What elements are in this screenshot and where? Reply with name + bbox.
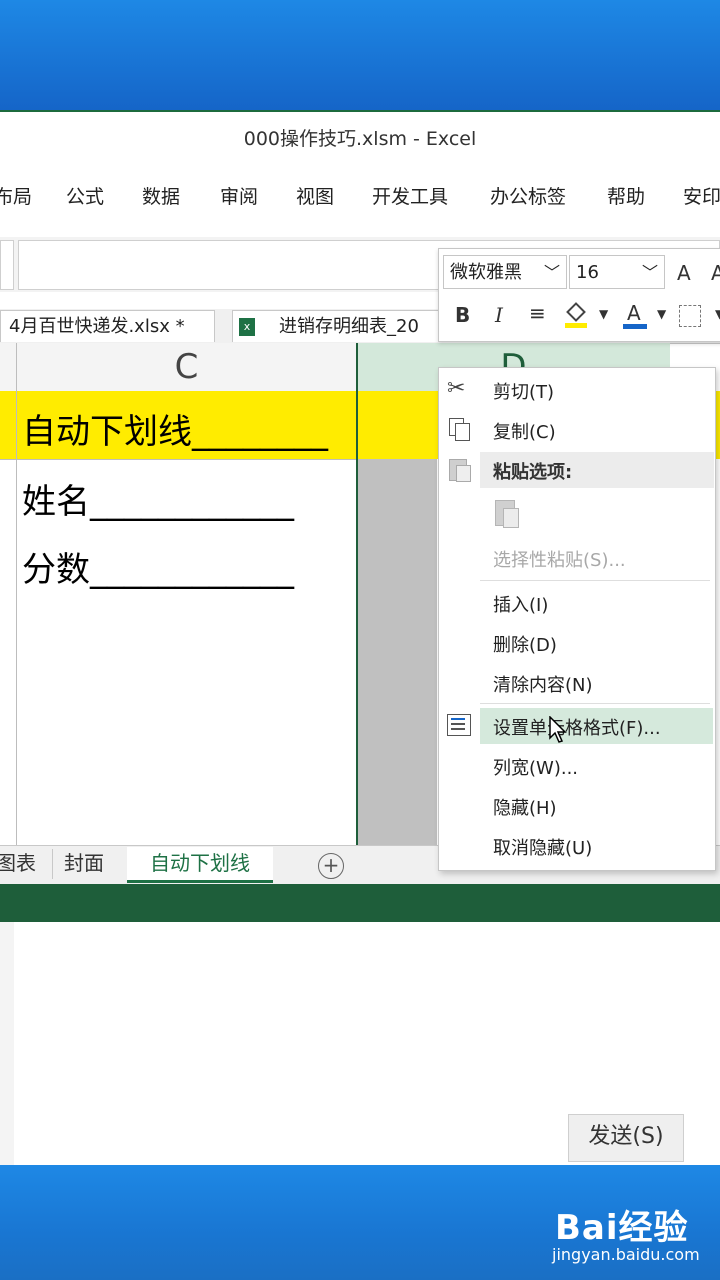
paste-options-header: 粘贴选项: <box>480 452 714 488</box>
ribbon-tab-layout[interactable]: 布局 <box>0 182 32 209</box>
cell-c2-name[interactable]: 姓名____________ <box>22 474 294 523</box>
grow-font-button[interactable]: A <box>677 261 691 285</box>
chevron-down-icon: ﹀ <box>641 263 658 282</box>
font-size-dropdown[interactable]: 16 ﹀ <box>569 255 665 289</box>
column-header-b[interactable] <box>0 343 16 392</box>
sheet-tab-chart[interactable]: 图表 <box>0 847 36 883</box>
cell-c1[interactable]: 自动下划线________ <box>22 404 328 453</box>
sheet-tab-auto-underline[interactable]: 自动下划线 <box>127 847 273 883</box>
menu-item-hide[interactable]: 隐藏(H) <box>439 788 715 824</box>
menu-item-insert[interactable]: 插入(I) <box>439 585 715 621</box>
menu-item-column-width[interactable]: 列宽(W)... <box>439 748 715 784</box>
ribbon-tab-help[interactable]: 帮助 <box>607 182 645 209</box>
baidu-jingyan-logo: Bai经验 <box>555 1208 689 1248</box>
tab-separator <box>52 849 53 879</box>
menu-item-clear-contents[interactable]: 清除内容(N) <box>439 665 715 701</box>
shrink-font-button[interactable]: A <box>711 261 720 285</box>
menu-separator <box>480 580 710 581</box>
copy-icon <box>447 416 473 442</box>
menu-item-label: 列宽(W)... <box>493 758 579 779</box>
font-size-value: 16 <box>576 262 599 283</box>
font-color-glyph: A <box>627 301 641 325</box>
format-cells-icon <box>447 714 471 736</box>
menu-item-label: 清除内容(N) <box>493 675 593 696</box>
align-center-icon[interactable]: ≡ <box>529 301 546 325</box>
watermark-url: jingyan.baidu.com <box>552 1245 700 1264</box>
ribbon-tab-print[interactable]: 安印 <box>683 182 720 209</box>
menu-item-unhide[interactable]: 取消隐藏(U) <box>439 828 715 864</box>
menu-item-label: 剪切(T) <box>493 382 555 403</box>
add-sheet-icon[interactable]: + <box>318 853 344 879</box>
menu-item-delete[interactable]: 删除(D) <box>439 625 715 661</box>
scissors-icon: ✂ <box>447 376 466 401</box>
menu-item-format-cells[interactable]: 设置单元格格式(F)... <box>480 708 713 744</box>
context-menu: ✂ 剪切(T) 复制(C) 粘贴选项: 选择性粘贴(S)... 插入(I) 删除… <box>438 367 716 871</box>
menu-item-cut[interactable]: ✂ 剪切(T) <box>439 372 715 408</box>
ribbon-tab-data[interactable]: 数据 <box>142 182 180 209</box>
cell-c2-score[interactable]: 分数____________ <box>22 542 294 591</box>
borders-icon[interactable] <box>679 305 701 327</box>
fill-color-icon[interactable] <box>565 302 587 328</box>
font-name-dropdown[interactable]: 微软雅黑 ﹀ <box>443 255 567 289</box>
menu-item-label: 插入(I) <box>493 595 549 616</box>
paste-options-label: 粘贴选项: <box>493 462 573 483</box>
menu-item-label: 设置单元格格式(F)... <box>493 718 661 739</box>
mini-toolbar: 微软雅黑 ﹀ 16 ﹀ A A B I ≡ ▼ A ▼ ▼ <box>438 248 720 342</box>
font-name-value: 微软雅黑 <box>450 262 522 283</box>
desktop-background-top <box>0 0 720 110</box>
menu-item-label: 选择性粘贴(S)... <box>493 550 626 571</box>
bold-button[interactable]: B <box>455 303 470 327</box>
column-d-selected[interactable] <box>357 459 437 845</box>
chevron-down-icon[interactable]: ▼ <box>657 307 666 321</box>
menu-item-label: 删除(D) <box>493 635 557 656</box>
name-box[interactable] <box>0 240 14 290</box>
menu-item-label: 复制(C) <box>493 422 556 443</box>
ribbon-tab-view[interactable]: 视图 <box>296 182 334 209</box>
file-tab-baishi[interactable]: 4月百世快递发.xlsx * <box>0 310 215 342</box>
chevron-down-icon: ﹀ <box>543 263 560 282</box>
italic-button[interactable]: I <box>495 303 503 327</box>
selection-border <box>356 343 358 845</box>
excel-file-icon: x <box>239 318 255 336</box>
ribbon-tab-developer[interactable]: 开发工具 <box>372 182 448 209</box>
file-tab-label: 4月百世快递发.xlsx * <box>9 316 185 337</box>
column-header-c[interactable]: C <box>17 343 356 392</box>
mouse-cursor-icon <box>549 716 567 743</box>
ribbon-tab-review[interactable]: 审阅 <box>220 182 258 209</box>
menu-separator <box>480 703 710 704</box>
window-title: 000操作技巧.xlsm - Excel <box>243 128 477 150</box>
menu-item-copy[interactable]: 复制(C) <box>439 412 715 448</box>
file-tab-inventory[interactable]: x 进销存明细表_20 <box>232 310 447 342</box>
sheet-tab-cover[interactable]: 封面 <box>64 847 104 883</box>
status-bar <box>0 884 720 924</box>
file-tab-label: 进销存明细表_20 <box>279 316 419 337</box>
paste-clipboard-icon[interactable] <box>493 498 523 530</box>
menu-item-label: 隐藏(H) <box>493 798 557 819</box>
grid-line <box>16 343 17 845</box>
menu-item-paste-special: 选择性粘贴(S)... <box>439 540 715 576</box>
paste-icon <box>447 456 473 482</box>
font-color-button[interactable]: A <box>623 301 647 329</box>
chevron-down-icon[interactable]: ▼ <box>715 307 720 321</box>
menu-item-label: 取消隐藏(U) <box>493 838 593 859</box>
send-button[interactable]: 发送(S) <box>568 1114 684 1162</box>
chevron-down-icon[interactable]: ▼ <box>599 307 608 321</box>
ribbon-tab-office-tab[interactable]: 办公标签 <box>490 182 566 209</box>
ribbon-tab-formulas[interactable]: 公式 <box>66 182 104 209</box>
grid-line <box>0 459 356 460</box>
